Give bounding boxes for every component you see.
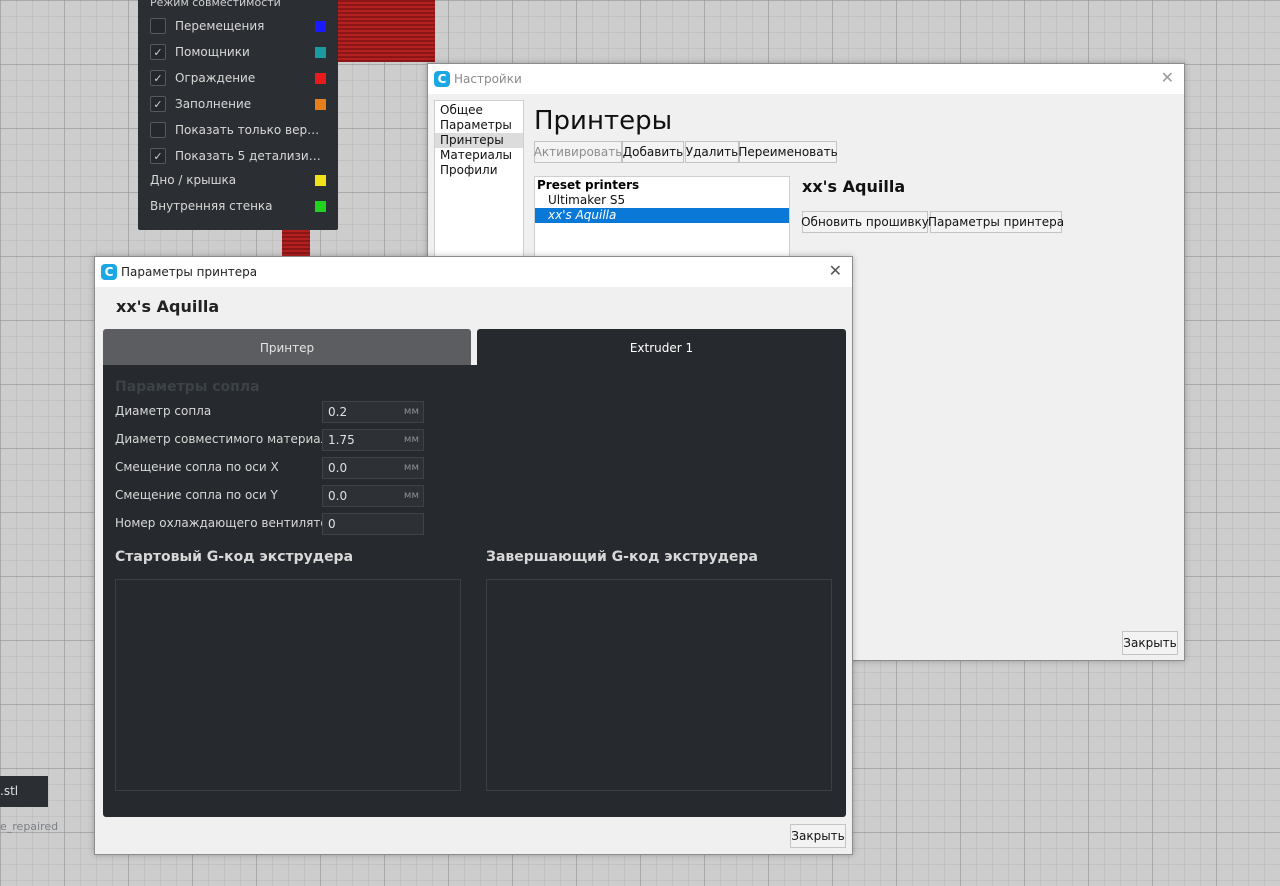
printer-list: Preset printers Ultimaker S5 xx's Aquill… [534, 176, 790, 266]
sidebar-item-settings[interactable]: Параметры [435, 118, 523, 133]
cooling-fan-row: Номер охлаждающего вентилятора 0 [115, 513, 435, 535]
printer-name: xx's Aquilla [116, 297, 220, 316]
end-gcode-title: Завершающий G-код экструдера [486, 549, 758, 565]
machine-settings-window: C Параметры принтера ✕ xx's Aquilla Прин… [94, 256, 853, 855]
cura-logo-icon: C [101, 264, 117, 280]
tab-printer[interactable]: Принтер [103, 329, 471, 366]
object-name: .stl [0, 784, 19, 798]
cooling-fan-input[interactable]: 0 [322, 513, 424, 535]
close-button[interactable]: Закрыть [790, 824, 846, 848]
material-diameter-input[interactable]: 1.75 мм [322, 429, 424, 451]
field-unit: мм [403, 406, 419, 417]
color-swatch [315, 20, 326, 32]
view-settings-panel: Режим совместимости Перемещения ✓ Помощн… [138, 0, 338, 230]
activate-button[interactable]: Активировать [534, 141, 622, 163]
field-label: Смещение сопла по оси X [115, 460, 279, 474]
color-swatch [315, 46, 326, 58]
section-heading: Параметры сопла [115, 379, 260, 395]
close-icon[interactable]: ✕ [829, 263, 842, 279]
view-row-detailed-layers[interactable]: ✓ Показать 5 детализирова… [150, 145, 326, 167]
legend-label: Внутренняя стенка [150, 199, 273, 213]
object-subname: e_repaired [0, 820, 59, 833]
list-item[interactable]: Ultimaker S5 [535, 193, 789, 208]
view-row-label: Показать только верхние … [175, 123, 326, 137]
legend-label: Дно / крышка [150, 173, 237, 187]
update-firmware-button[interactable]: Обновить прошивку [801, 211, 929, 233]
color-swatch [315, 174, 326, 186]
view-row-helpers[interactable]: ✓ Помощники [150, 41, 326, 63]
cura-logo-icon: C [434, 71, 450, 87]
view-row-label: Заполнение [175, 97, 252, 111]
tab-extruder-1[interactable]: Extruder 1 [477, 329, 846, 366]
field-label: Диаметр сопла [115, 404, 212, 418]
add-button[interactable]: Добавить [622, 141, 684, 163]
color-swatch [315, 200, 326, 212]
start-gcode-title: Стартовый G-код экструдера [115, 549, 354, 565]
remove-button[interactable]: Удалить [685, 141, 739, 163]
color-swatch [315, 98, 326, 110]
field-unit: мм [403, 490, 419, 501]
compat-mode-title: Режим совместимости [150, 0, 281, 8]
view-row-shell[interactable]: ✓ Ограждение [150, 67, 326, 89]
legend-row-inner-wall: Внутренняя стенка [150, 195, 326, 217]
sidebar-item-printers[interactable]: Принтеры [435, 133, 523, 148]
printer-list-header: Preset printers [537, 178, 640, 192]
rename-button[interactable]: Переименовать [738, 141, 838, 163]
nozzle-size-input[interactable]: 0.2 мм [322, 401, 424, 423]
field-value: 0.2 [328, 405, 348, 419]
view-row-infill[interactable]: ✓ Заполнение [150, 93, 326, 115]
view-row-label: Перемещения [175, 19, 265, 33]
view-row-label: Помощники [175, 45, 250, 59]
close-button[interactable]: Закрыть [1122, 631, 1178, 655]
titlebar[interactable]: C Параметры принтера ✕ [95, 257, 852, 287]
field-unit: мм [403, 434, 419, 445]
field-value: 0.0 [328, 489, 348, 503]
end-gcode-editor[interactable] [486, 579, 832, 791]
checkbox[interactable]: ✓ [150, 70, 166, 86]
nozzle-offset-y-row: Смещение сопла по оси Y 0.0 мм [115, 485, 435, 507]
nozzle-offset-x-row: Смещение сопла по оси X 0.0 мм [115, 457, 435, 479]
titlebar[interactable]: C Настройки ✕ [428, 64, 1184, 94]
checkbox[interactable] [150, 122, 166, 138]
material-diameter-row: Диаметр совместимого материала 1.75 мм [115, 429, 435, 451]
window-title: Параметры принтера [121, 265, 258, 279]
nozzle-size-row: Диаметр сопла 0.2 мм [115, 401, 435, 423]
object-name-badge[interactable]: .stl [0, 776, 48, 807]
sidebar-item-general[interactable]: Общее [435, 103, 523, 118]
extruder-settings-panel: Параметры сопла Диаметр сопла 0.2 мм Диа… [103, 365, 846, 817]
view-row-travel[interactable]: Перемещения [150, 15, 326, 37]
field-value: 1.75 [328, 433, 355, 447]
field-label: Смещение сопла по оси Y [115, 488, 278, 502]
close-icon[interactable]: ✕ [1161, 70, 1174, 86]
printer-name: xx's Aquilla [802, 177, 906, 196]
window-title: Настройки [454, 72, 522, 86]
checkbox[interactable] [150, 18, 166, 34]
list-item[interactable]: xx's Aquilla [535, 208, 789, 223]
checkbox[interactable]: ✓ [150, 148, 166, 164]
sidebar-item-profiles[interactable]: Профили [435, 163, 523, 178]
checkbox[interactable]: ✓ [150, 96, 166, 112]
nozzle-offset-y-input[interactable]: 0.0 мм [322, 485, 424, 507]
nozzle-offset-x-input[interactable]: 0.0 мм [322, 457, 424, 479]
tab-bar: Принтер Extruder 1 [103, 329, 846, 366]
field-label: Номер охлаждающего вентилятора [115, 516, 343, 530]
view-row-label: Показать 5 детализирова… [175, 149, 326, 163]
machine-settings-button[interactable]: Параметры принтера [928, 211, 1064, 233]
field-label: Диаметр совместимого материала [115, 432, 336, 446]
field-value: 0.0 [328, 461, 348, 475]
view-row-label: Ограждение [175, 71, 256, 85]
page-title: Принтеры [534, 106, 673, 136]
start-gcode-editor[interactable] [115, 579, 461, 791]
view-row-top-layers[interactable]: Показать только верхние … [150, 119, 326, 141]
field-unit: мм [403, 462, 419, 473]
sidebar-item-materials[interactable]: Материалы [435, 148, 523, 163]
field-value: 0 [328, 517, 336, 531]
color-swatch [315, 72, 326, 84]
checkbox[interactable]: ✓ [150, 44, 166, 60]
legend-row-skin: Дно / крышка [150, 169, 326, 191]
